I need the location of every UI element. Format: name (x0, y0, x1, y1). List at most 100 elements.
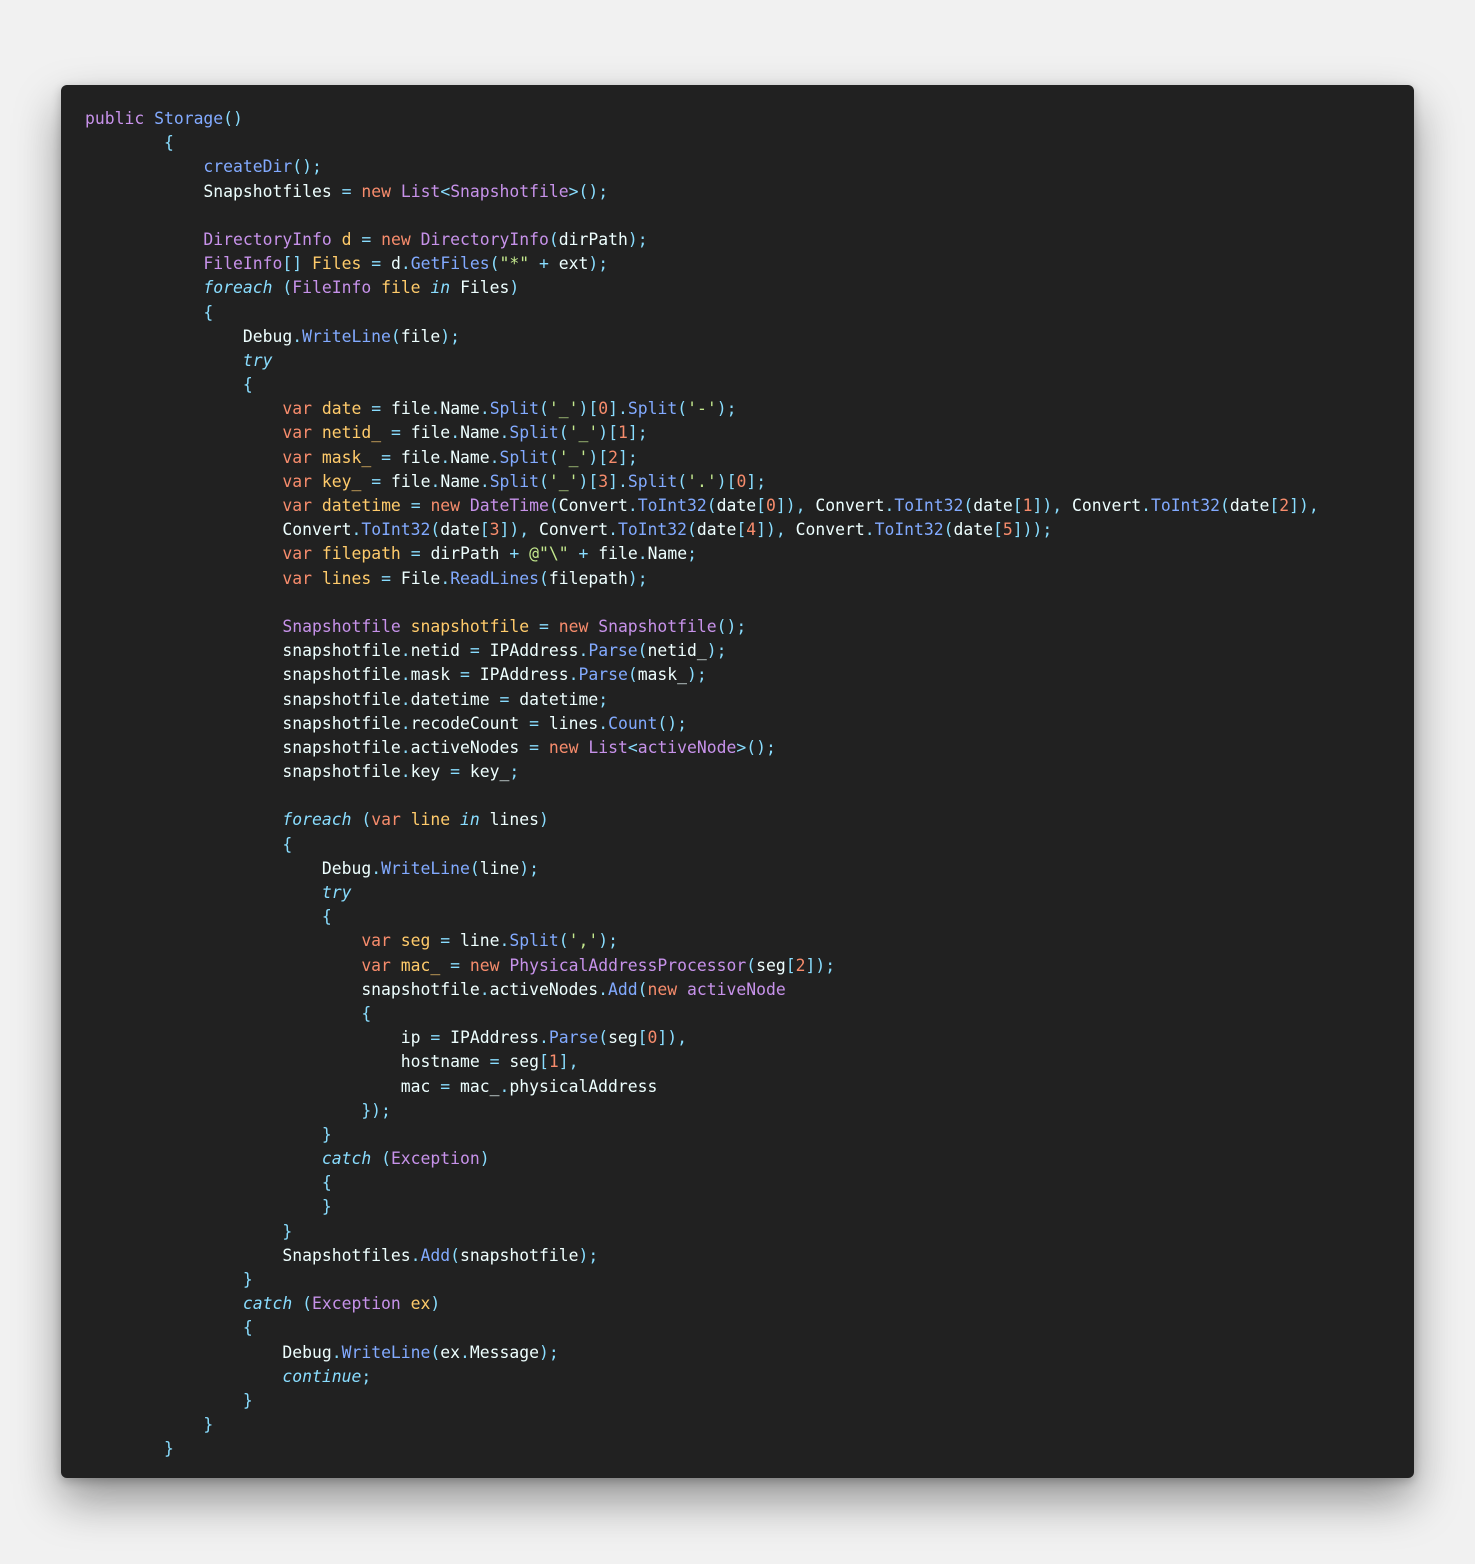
code-token: . (608, 520, 618, 540)
code-token: mac (400, 1076, 431, 1096)
code-token: List (588, 737, 628, 757)
code-token: Snapshotfile (450, 181, 569, 201)
code-line: snapshotfile.netid = IPAddress.Parse(net… (85, 639, 1319, 663)
code-token: var (282, 496, 312, 515)
code-token: ); (578, 1245, 599, 1265)
code-token: List (400, 181, 441, 201)
code-token: ex (440, 1342, 461, 1362)
code-token: ; (509, 762, 520, 782)
code-token: = (450, 955, 461, 975)
code-token: Snapshotfile (598, 616, 717, 636)
code-token: file (390, 399, 431, 419)
code-token: ], (558, 1052, 579, 1072)
code-token: } (203, 1415, 214, 1435)
code-token: ( (548, 229, 559, 249)
code-token: ]), (1289, 496, 1319, 515)
code-line: hostname = seg[1], (85, 1050, 1319, 1074)
code-token: DirectoryInfo (203, 229, 332, 249)
code-line: Debug.WriteLine(ex.Message); (85, 1341, 1319, 1365)
code-token: [ (993, 520, 1003, 540)
code-token: . (371, 858, 382, 878)
code-line: Snapshotfile snapshotfile = new Snapshot… (85, 615, 1319, 639)
code-token: snapshotfile (282, 713, 401, 733)
code-token: Name (440, 471, 480, 491)
code-token: ext (558, 254, 589, 274)
code-token: dirPath (430, 544, 500, 564)
code-line: ip = IPAddress.Parse(seg[0]), (85, 1026, 1319, 1050)
code-token: . (292, 326, 303, 346)
code-token: 3 (489, 520, 500, 540)
code-token: 1 (618, 423, 628, 443)
code-token: File (400, 568, 441, 588)
code-token: snapshotfile (361, 979, 480, 999)
code-token: IPAddress (479, 665, 569, 685)
code-line: var mac_ = new PhysicalAddressProcessor(… (85, 954, 1319, 978)
code-token: () (223, 109, 243, 128)
code-token: Name (647, 544, 688, 564)
code-token: ]; (746, 471, 767, 491)
code-token: date (696, 520, 737, 540)
code-line: snapshotfile.recodeCount = lines.Count()… (85, 712, 1319, 736)
code-token: date (716, 496, 757, 515)
code-token: Debug (282, 1342, 332, 1362)
code-token: . (430, 399, 441, 419)
code-token: = (381, 447, 391, 467)
code-token: seg (509, 1052, 539, 1072)
code-token: [ (538, 1052, 549, 1072)
code-token: Storage (154, 109, 224, 128)
code-token: . (331, 1342, 342, 1362)
code-token: Files (460, 278, 510, 298)
code-token: ( (943, 520, 954, 540)
code-line: var datetime = new DateTime(Convert.ToIn… (85, 494, 1319, 518)
code-token: ); (716, 399, 737, 419)
code-token: Count (608, 713, 658, 733)
code-line: var lines = File.ReadLines(filepath); (85, 567, 1319, 591)
code-block: public Storage() { createDir(); Snapshot… (85, 107, 1319, 1462)
code-token: new (558, 616, 589, 636)
code-line: mac = mac_.physicalAddress (85, 1075, 1319, 1099)
code-token: . (400, 641, 411, 661)
code-token: datetime (321, 496, 401, 515)
code-token: ( (558, 931, 569, 951)
code-token: public (85, 109, 145, 128)
code-token: ex (410, 1294, 431, 1314)
code-line: Debug.WriteLine(line); (85, 857, 1319, 881)
code-token: } (321, 1124, 332, 1144)
code-token: . (499, 931, 510, 951)
code-token: >(); (568, 181, 609, 201)
code-token: ]; (618, 447, 638, 467)
code-token: (); (292, 157, 322, 177)
code-token: } (321, 1197, 332, 1217)
code-token: '_' (558, 447, 589, 467)
code-token: recodeCount (410, 713, 520, 733)
code-line: snapshotfile.activeNodes.Add(new activeN… (85, 978, 1319, 1002)
code-token: } (242, 1270, 253, 1289)
code-token: [ (785, 955, 796, 975)
code-token: lines (548, 713, 599, 733)
code-token: ); (627, 229, 648, 249)
code-token: IPAddress (450, 1028, 539, 1048)
code-line: var mask_ = file.Name.Split('_')[2]; (85, 446, 1319, 470)
code-token: = (390, 423, 401, 443)
code-token: in (460, 810, 480, 830)
code-token: . (627, 496, 638, 515)
code-token: + (509, 544, 520, 564)
code-token: { (361, 1003, 372, 1023)
